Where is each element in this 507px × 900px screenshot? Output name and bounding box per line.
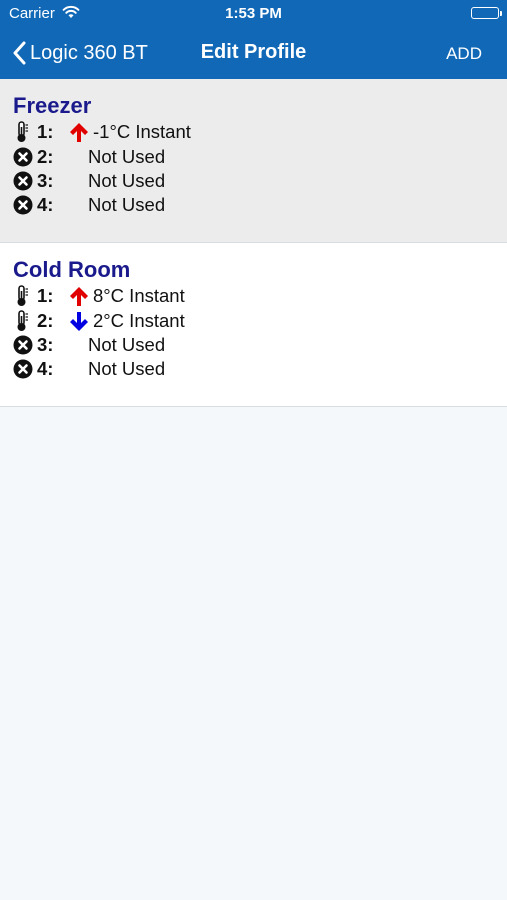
battery-icon xyxy=(471,7,502,19)
page-title: Edit Profile xyxy=(200,41,307,63)
probe-status: 8°C Instant xyxy=(93,285,185,307)
profile-item-freezer[interactable]: Freezer 1: -1°C Instant 2: Not Used 3: N… xyxy=(0,79,507,243)
probe-status: -1°C Instant xyxy=(93,121,191,143)
arrow-up-icon xyxy=(67,121,93,143)
navigation-bar: Logic 360 BT Edit Profile ADD xyxy=(0,28,507,79)
probe-row: 3: Not Used xyxy=(13,333,507,357)
probe-number: 2: xyxy=(37,145,54,167)
probe-number: 4: xyxy=(37,358,54,380)
x-circle-icon xyxy=(13,194,33,216)
thermometer-icon xyxy=(13,285,33,307)
clock: 1:53 PM xyxy=(225,5,282,22)
profile-name: Cold Room xyxy=(13,257,131,282)
x-circle-icon xyxy=(13,146,33,168)
arrow-down-icon xyxy=(67,310,93,332)
probe-status: Not Used xyxy=(88,145,166,167)
probe-number: 4: xyxy=(37,194,54,216)
probe-number: 1: xyxy=(37,285,54,307)
probe-status: 2°C Instant xyxy=(93,309,185,331)
probe-number: 3: xyxy=(37,169,54,191)
probe-number: 3: xyxy=(37,333,54,355)
thermometer-icon xyxy=(13,121,33,143)
probe-row: 2: Not Used xyxy=(13,144,507,168)
probe-row: 4: Not Used xyxy=(13,193,507,217)
profile-list: Freezer 1: -1°C Instant 2: Not Used 3: N… xyxy=(0,79,507,407)
status-bar: Carrier 1:53 PM xyxy=(0,0,507,28)
probe-status: Not Used xyxy=(88,358,166,380)
x-circle-icon xyxy=(13,334,33,356)
profile-item-cold-room[interactable]: Cold Room 1: 8°C Instant 2: 2°C Instant xyxy=(0,243,507,407)
probe-status: Not Used xyxy=(88,169,166,191)
add-button[interactable]: ADD xyxy=(446,44,482,64)
probe-row: 1: -1°C Instant xyxy=(13,120,507,144)
probe-row: 1: 8°C Instant xyxy=(13,284,507,308)
probe-number: 2: xyxy=(37,309,54,331)
thermometer-icon xyxy=(13,309,33,332)
probe-status: Not Used xyxy=(88,194,166,216)
probe-status: Not Used xyxy=(88,333,166,355)
probe-row: 3: Not Used xyxy=(13,169,507,193)
x-circle-icon xyxy=(13,358,33,380)
x-circle-icon xyxy=(13,170,33,192)
profile-name: Freezer xyxy=(13,93,92,118)
probe-row: 2: 2°C Instant xyxy=(13,308,507,332)
probe-number: 1: xyxy=(37,121,54,143)
arrow-up-icon xyxy=(67,285,93,307)
probe-row: 4: Not Used xyxy=(13,357,507,381)
